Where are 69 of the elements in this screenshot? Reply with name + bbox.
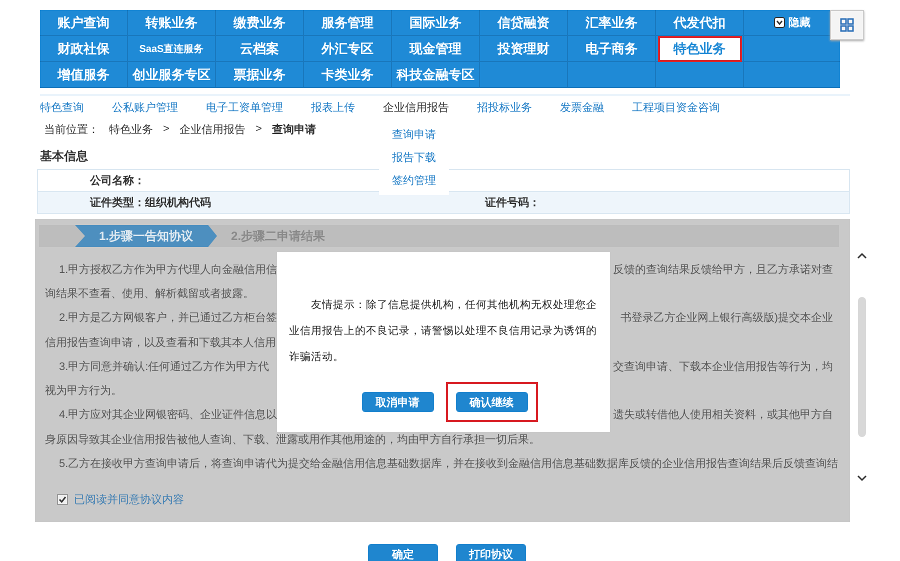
nav-tab[interactable]: 缴费业务 xyxy=(228,12,292,34)
collapse-icon xyxy=(774,17,784,28)
nav-tab[interactable]: 账户查询 xyxy=(52,12,116,34)
nav-tab[interactable]: 代发代扣 xyxy=(668,12,732,34)
checkbox-label: 已阅读并同意协议内容 xyxy=(74,492,184,507)
action-button[interactable]: 打印协议 xyxy=(456,544,526,561)
breadcrumb-item: 企业信用报告 xyxy=(179,122,246,136)
dropdown-item[interactable]: 报告下载 xyxy=(392,146,436,170)
nav-tab[interactable]: 财政社保 xyxy=(52,38,116,60)
nav-tab[interactable]: 创业服务专区 xyxy=(126,64,216,86)
agreement-text: 5.乙方在接收甲方查询申请后，将查询申请代为提交给金融信用信息基础数据库，并在接收到金融信用信息基础数据库反馈的企业信用报告查询结果后反馈查询结 xyxy=(59,456,838,472)
nav-tab[interactable]: 科技金融专区 xyxy=(390,64,480,86)
agreement-text: 视为甲方行为。 xyxy=(45,384,122,398)
nav-tab[interactable]: SaaS直连服务 xyxy=(137,40,206,58)
field-label: 公司名称： xyxy=(90,174,145,188)
breadcrumb-item: 特色业务 xyxy=(109,122,153,136)
nav-tab[interactable]: 云档案 xyxy=(234,38,285,60)
breadcrumb-label: 当前位置： xyxy=(44,122,99,136)
nav-tab[interactable]: 现金管理 xyxy=(404,38,468,60)
nav-tab[interactable]: 国际业务 xyxy=(404,12,468,34)
agreement-text: 书登录乙方企业网上银行高级版)提交本企业 xyxy=(620,310,833,326)
submenu-link[interactable]: 报表上传 xyxy=(311,102,355,114)
breadcrumb-item: 查询申请 xyxy=(272,122,316,136)
nav-tab[interactable]: 卡类业务 xyxy=(316,64,380,86)
action-button[interactable]: 确定 xyxy=(368,544,438,561)
nav-tab[interactable]: 增值服务 xyxy=(52,64,116,86)
agreement-text: 身原因导致其企业信用报告被他人查询、下载、泄露或用作其他用途的，均由甲方自行承担一切后果。 xyxy=(45,432,540,447)
scroll-down-icon[interactable] xyxy=(857,474,867,482)
dialog-message: 友情提示：除了信息提供机构，任何其他机构无权处理您企业信用报告上的不良记录，请警惕以处理不良信用记录为诱饵的诈骗活动。 xyxy=(289,298,598,365)
nav-tab[interactable]: 外汇专区 xyxy=(316,38,380,60)
breadcrumb-separator: > xyxy=(255,123,262,135)
submenu-link[interactable]: 工程项目资金咨询 xyxy=(632,102,720,114)
agreement-text: 遗失或转借他人使用相关资料，或其他甲方自 xyxy=(613,408,833,422)
agreement-text: 3.甲方同意并确认:任何通过乙方作为甲方代 xyxy=(59,360,270,374)
dialog-button[interactable]: 确认继续 xyxy=(456,392,528,412)
agreement-text: 交查询申请、下载本企业信用报告等行为，均 xyxy=(613,360,833,374)
scrollbar[interactable] xyxy=(856,252,868,482)
nav-tab[interactable]: 电子商务 xyxy=(580,38,644,60)
breadcrumb-separator: > xyxy=(163,123,170,135)
nav-tab[interactable]: 转账业务 xyxy=(140,12,204,34)
submenu-link[interactable]: 企业信用报告 xyxy=(383,102,449,114)
grid-menu-button[interactable] xyxy=(830,10,864,40)
submenu-link[interactable]: 发票金融 xyxy=(560,102,604,114)
submenu-link[interactable]: 招投标业务 xyxy=(477,102,532,114)
agreement-text: 询结果不查看、使用、解析截留或者披露。 xyxy=(45,286,254,301)
section-title: 基本信息 xyxy=(40,148,88,165)
grid-icon xyxy=(840,18,854,32)
nav-tab[interactable]: 投资理财 xyxy=(492,38,556,60)
hide-button[interactable]: 隐藏 xyxy=(772,13,812,32)
submenu-link[interactable]: 特色查询 xyxy=(40,102,84,114)
submenu-link[interactable]: 公私账户管理 xyxy=(112,102,178,114)
dropdown-item[interactable]: 签约管理 xyxy=(392,170,436,192)
agreement-text: 2.甲方是乙方网银客户，并已通过乙方柜台签 xyxy=(59,310,278,326)
dialog-button[interactable]: 取消申请 xyxy=(362,392,434,412)
agreement-text: 4.甲方应对其企业网银密码、企业证件信息以 xyxy=(59,408,278,422)
agreement-text: 反馈的查询结果反馈给甲方，且乙方承诺对查 xyxy=(613,262,833,277)
submenu-link[interactable]: 电子工资单管理 xyxy=(206,102,283,114)
nav-tab[interactable]: 特色业务 xyxy=(660,38,740,60)
agreement-text: 1.甲方授权乙方作为甲方代理人向金融信用信 xyxy=(59,262,278,277)
nav-tab[interactable]: 信贷融资 xyxy=(492,12,556,34)
nav-tab[interactable]: 汇率业务 xyxy=(580,12,644,34)
field-label: 证件类型：组织机构代码 xyxy=(90,196,211,210)
dropdown-item[interactable]: 查询申请 xyxy=(392,124,436,146)
nav-tab[interactable]: 票据业务 xyxy=(228,64,292,86)
scroll-up-icon[interactable] xyxy=(857,252,867,260)
field-label: 证件号码： xyxy=(485,196,540,210)
checkbox[interactable] xyxy=(57,494,68,505)
nav-tab[interactable]: 服务管理 xyxy=(316,12,380,34)
agreement-text: 信用报告查询申请，以及查看和下载其本人信用 xyxy=(45,336,276,350)
